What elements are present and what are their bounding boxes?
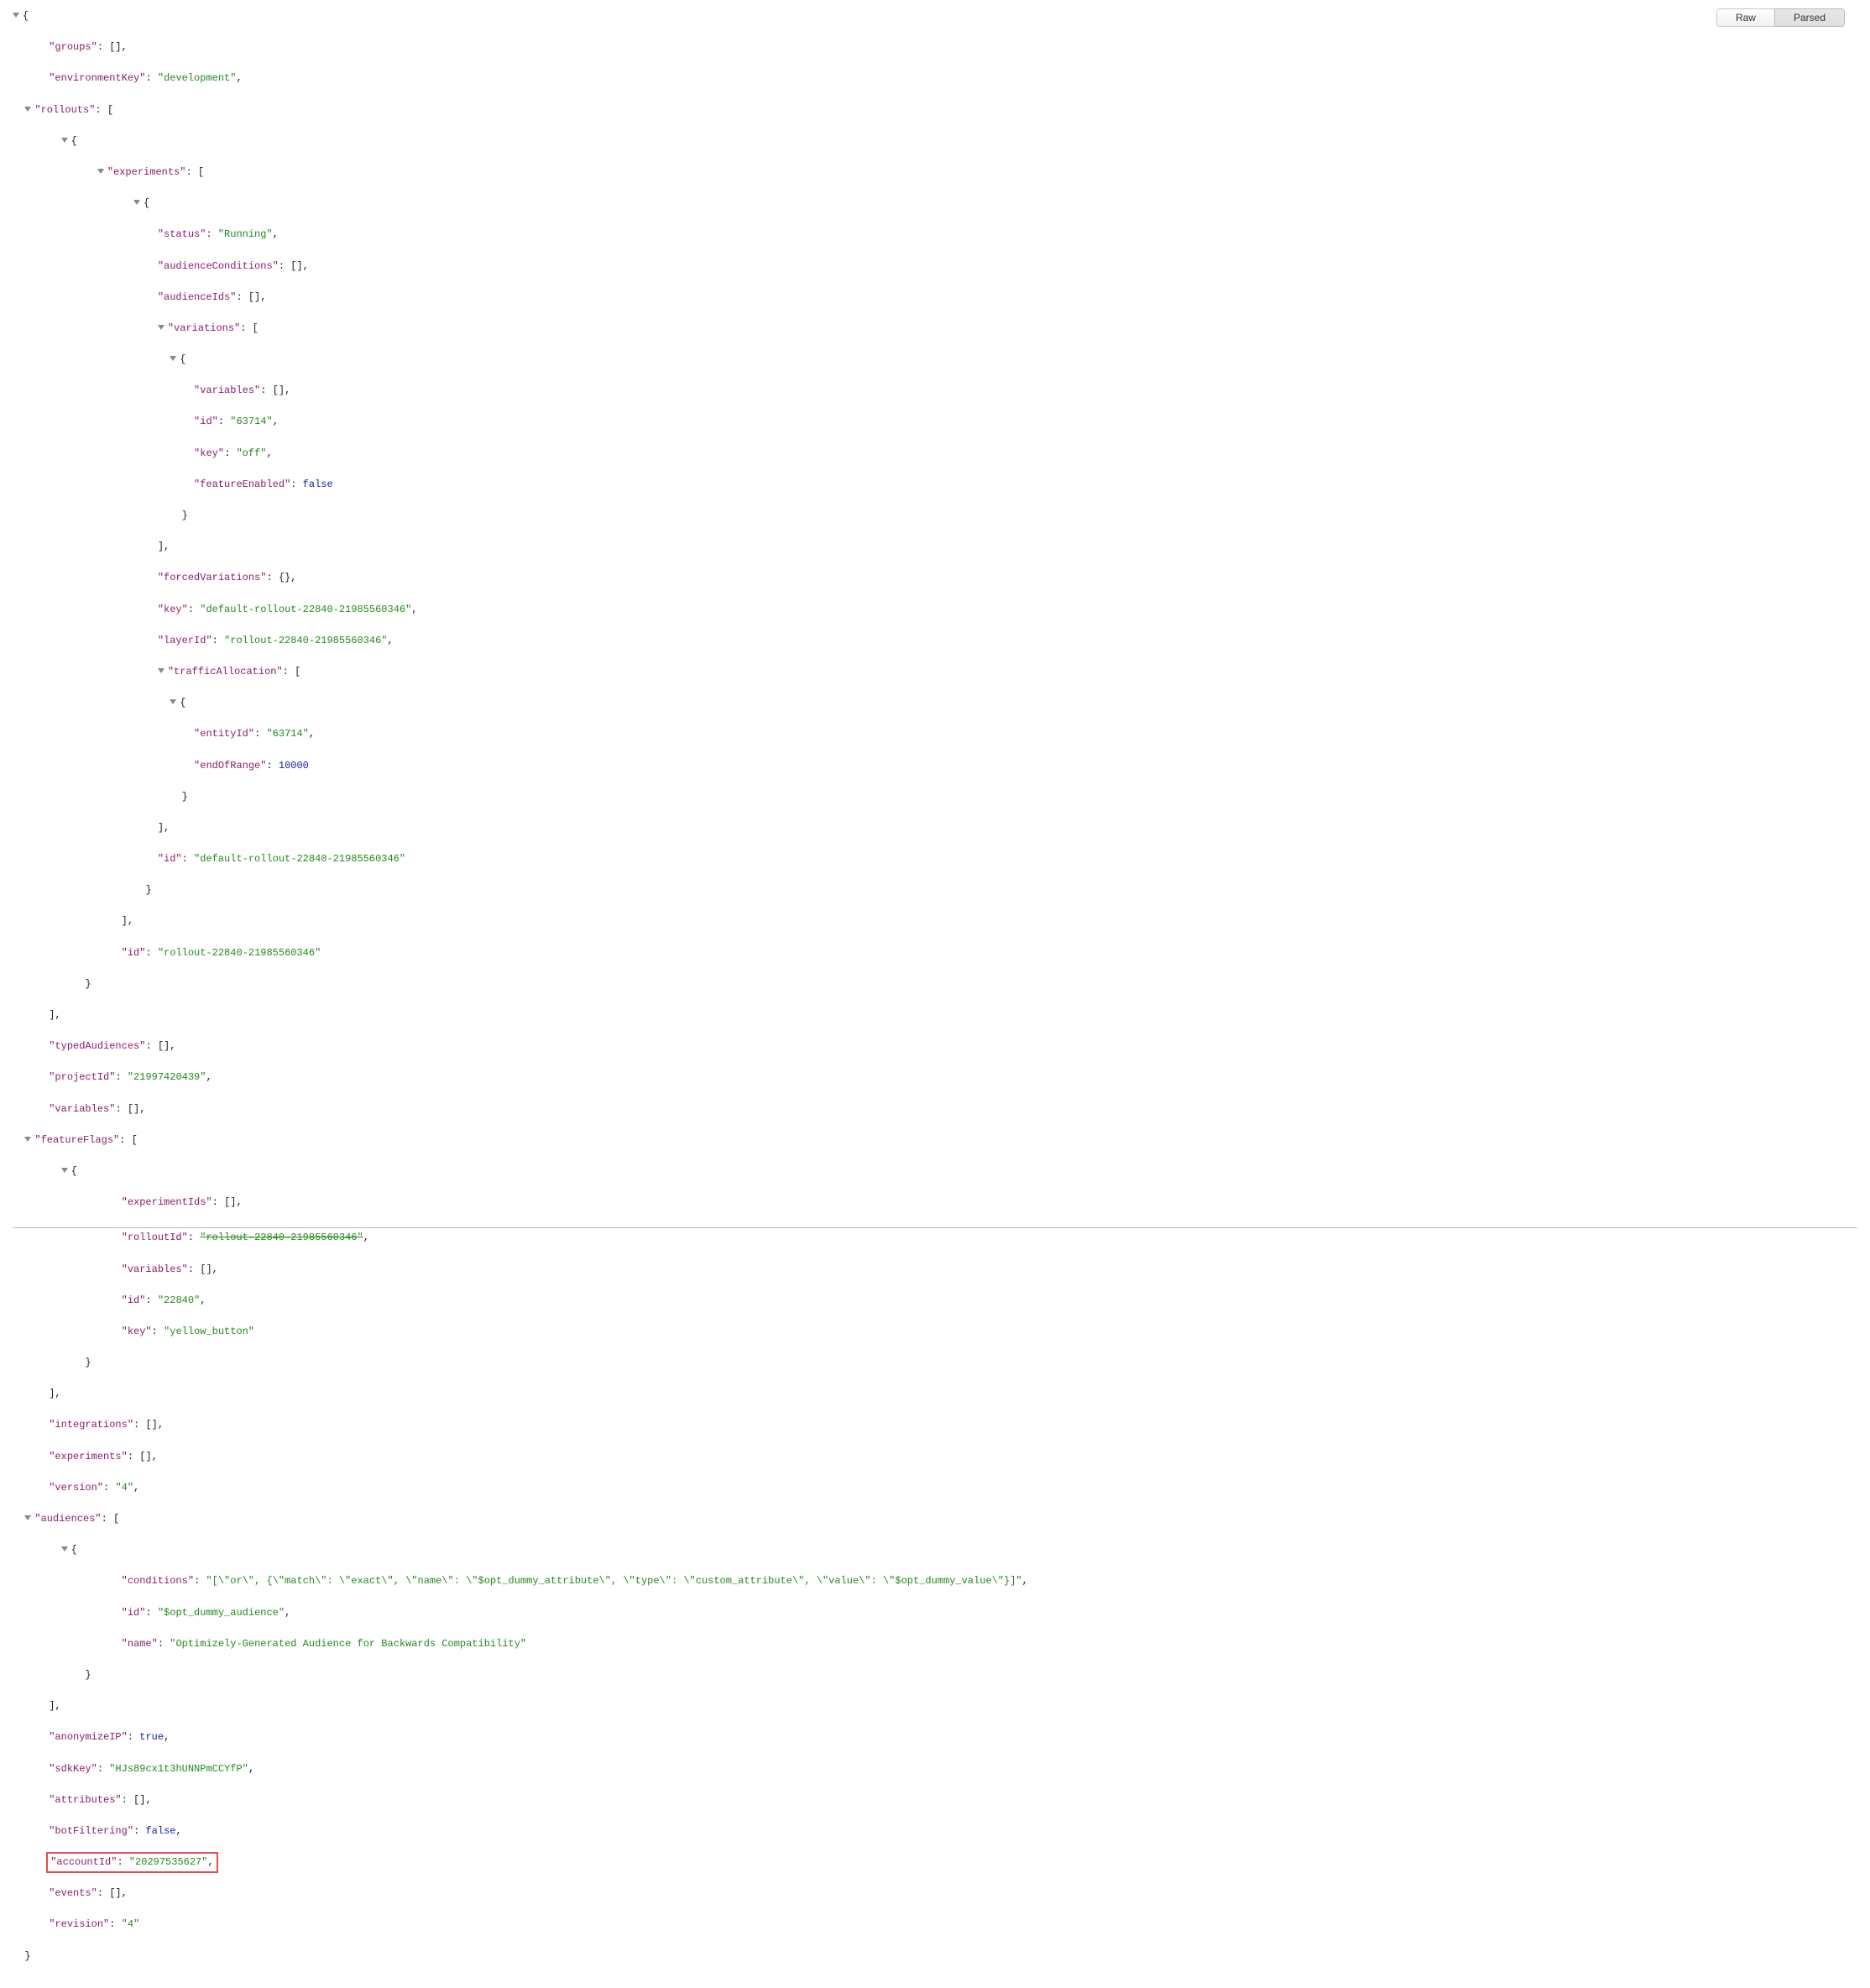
json-line: "anonymizeIP": true, bbox=[13, 1729, 1857, 1745]
json-line: { bbox=[13, 1542, 1857, 1558]
chevron-down-icon[interactable] bbox=[24, 1515, 31, 1520]
json-line: "variations": [ bbox=[13, 321, 1857, 337]
highlighted-line-accountid: "accountId": "20297535627", bbox=[49, 1855, 215, 1870]
json-line: ], bbox=[13, 1007, 1857, 1023]
json-line: { bbox=[13, 1164, 1857, 1180]
chevron-down-icon[interactable] bbox=[13, 13, 19, 18]
json-line: "entityId": "63714", bbox=[13, 726, 1857, 742]
json-line: "audiences": [ bbox=[13, 1511, 1857, 1527]
json-line: "conditions": "[\"or\", {\"match\": \"ex… bbox=[13, 1573, 1857, 1589]
json-line: "experimentIds": [], bbox=[13, 1195, 1857, 1211]
chevron-down-icon[interactable] bbox=[133, 200, 140, 205]
chevron-down-icon[interactable] bbox=[61, 138, 68, 143]
json-line: "attributes": [], bbox=[13, 1792, 1857, 1808]
chevron-down-icon[interactable] bbox=[24, 1137, 31, 1142]
json-line: } bbox=[13, 1667, 1857, 1683]
json-line: "key": "default-rollout-22840-2198556034… bbox=[13, 602, 1857, 618]
chevron-down-icon[interactable] bbox=[158, 668, 165, 673]
json-line: "id": "rollout-22840-21985560346" bbox=[13, 945, 1857, 961]
json-line: "variables": [], bbox=[13, 383, 1857, 399]
json-line: ], bbox=[13, 1698, 1857, 1714]
json-line: "botFiltering": false, bbox=[13, 1823, 1857, 1839]
json-line: "revision": "4" bbox=[13, 1917, 1857, 1933]
json-line: { bbox=[13, 352, 1857, 368]
raw-button[interactable]: Raw bbox=[1716, 8, 1774, 27]
json-line: "key": "off", bbox=[13, 446, 1857, 462]
json-line: "featureEnabled": false bbox=[13, 477, 1857, 493]
chevron-down-icon[interactable] bbox=[61, 1168, 68, 1173]
view-toggle-toolbar: Raw Parsed bbox=[1716, 8, 1845, 27]
json-line: "id": "22840", bbox=[13, 1293, 1857, 1309]
json-line: "variables": [], bbox=[13, 1101, 1857, 1117]
chevron-down-icon[interactable] bbox=[170, 699, 176, 704]
json-line: } bbox=[13, 1355, 1857, 1371]
chevron-down-icon[interactable] bbox=[61, 1546, 68, 1551]
json-line: "accountId": "20297535627", bbox=[13, 1855, 1857, 1870]
json-line: "layerId": "rollout-22840-21985560346", bbox=[13, 633, 1857, 649]
json-line: "experiments": [ bbox=[13, 165, 1857, 180]
json-line: { bbox=[13, 196, 1857, 212]
crop-divider bbox=[13, 1227, 1857, 1228]
json-line: "name": "Optimizely-Generated Audience f… bbox=[13, 1636, 1857, 1652]
chevron-down-icon[interactable] bbox=[97, 169, 104, 174]
json-line: "typedAudiences": [], bbox=[13, 1038, 1857, 1054]
json-line: "rolloutId": "rollout-22840-21985560346"… bbox=[13, 1230, 1857, 1246]
json-line: "id": "default-rollout-22840-21985560346… bbox=[13, 851, 1857, 867]
json-line: "audienceConditions": [], bbox=[13, 259, 1857, 275]
chevron-down-icon[interactable] bbox=[24, 107, 31, 112]
json-line: } bbox=[13, 1949, 1857, 1964]
json-line: { bbox=[13, 133, 1857, 149]
json-line: "forcedVariations": {}, bbox=[13, 570, 1857, 586]
json-line: "version": "4", bbox=[13, 1480, 1857, 1496]
json-line: "rollouts": [ bbox=[13, 102, 1857, 118]
json-line: "trafficAllocation": [ bbox=[13, 664, 1857, 680]
json-line: "environmentKey": "development", bbox=[13, 71, 1857, 86]
json-line: "key": "yellow_button" bbox=[13, 1324, 1857, 1340]
json-line: "events": [], bbox=[13, 1886, 1857, 1902]
json-line: ], bbox=[13, 1386, 1857, 1402]
json-line: "id": "$opt_dummy_audience", bbox=[13, 1605, 1857, 1621]
json-line: { bbox=[13, 8, 1857, 24]
json-line: { bbox=[13, 695, 1857, 711]
json-line: "projectId": "21997420439", bbox=[13, 1070, 1857, 1086]
chevron-down-icon[interactable] bbox=[170, 356, 176, 361]
json-line: "integrations": [], bbox=[13, 1417, 1857, 1433]
json-viewer: { "groups": [], "environmentKey": "devel… bbox=[13, 8, 1857, 1980]
json-line: } bbox=[13, 882, 1857, 898]
json-line: "status": "Running", bbox=[13, 227, 1857, 243]
json-line: "sdkKey": "HJs89cx1t3hUNNPmCCYfP", bbox=[13, 1761, 1857, 1777]
json-line: "featureFlags": [ bbox=[13, 1133, 1857, 1148]
json-line: "groups": [], bbox=[13, 39, 1857, 55]
json-line: "variables": [], bbox=[13, 1262, 1857, 1278]
parsed-button[interactable]: Parsed bbox=[1774, 8, 1845, 27]
json-line: } bbox=[13, 789, 1857, 805]
json-line: } bbox=[13, 508, 1857, 524]
json-line: ], bbox=[13, 539, 1857, 555]
json-line: "audienceIds": [], bbox=[13, 290, 1857, 306]
json-line: } bbox=[13, 976, 1857, 992]
json-line: "endOfRange": 10000 bbox=[13, 758, 1857, 774]
json-line: "id": "63714", bbox=[13, 414, 1857, 430]
json-line: ], bbox=[13, 913, 1857, 929]
json-line: ], bbox=[13, 820, 1857, 836]
json-line: "experiments": [], bbox=[13, 1449, 1857, 1465]
chevron-down-icon[interactable] bbox=[158, 325, 165, 330]
